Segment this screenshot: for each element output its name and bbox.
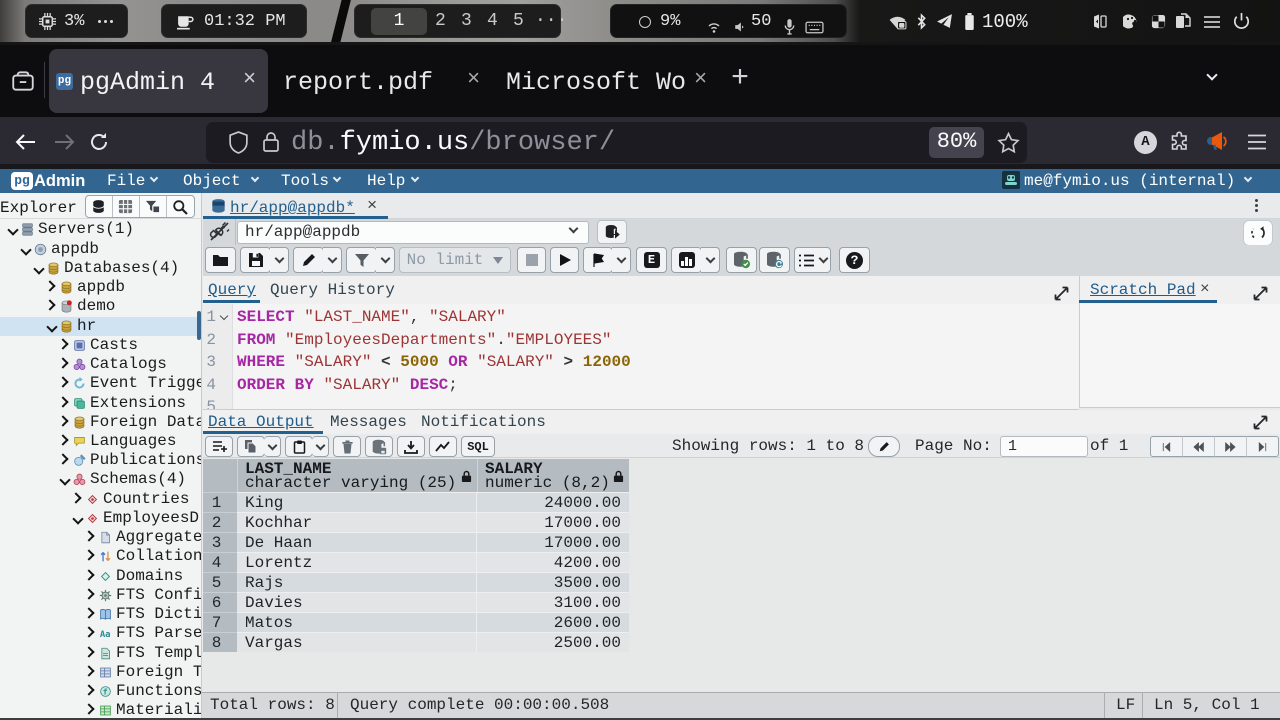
svg-text:f: f	[103, 686, 108, 696]
svg-text:Aa: Aa	[100, 630, 111, 640]
